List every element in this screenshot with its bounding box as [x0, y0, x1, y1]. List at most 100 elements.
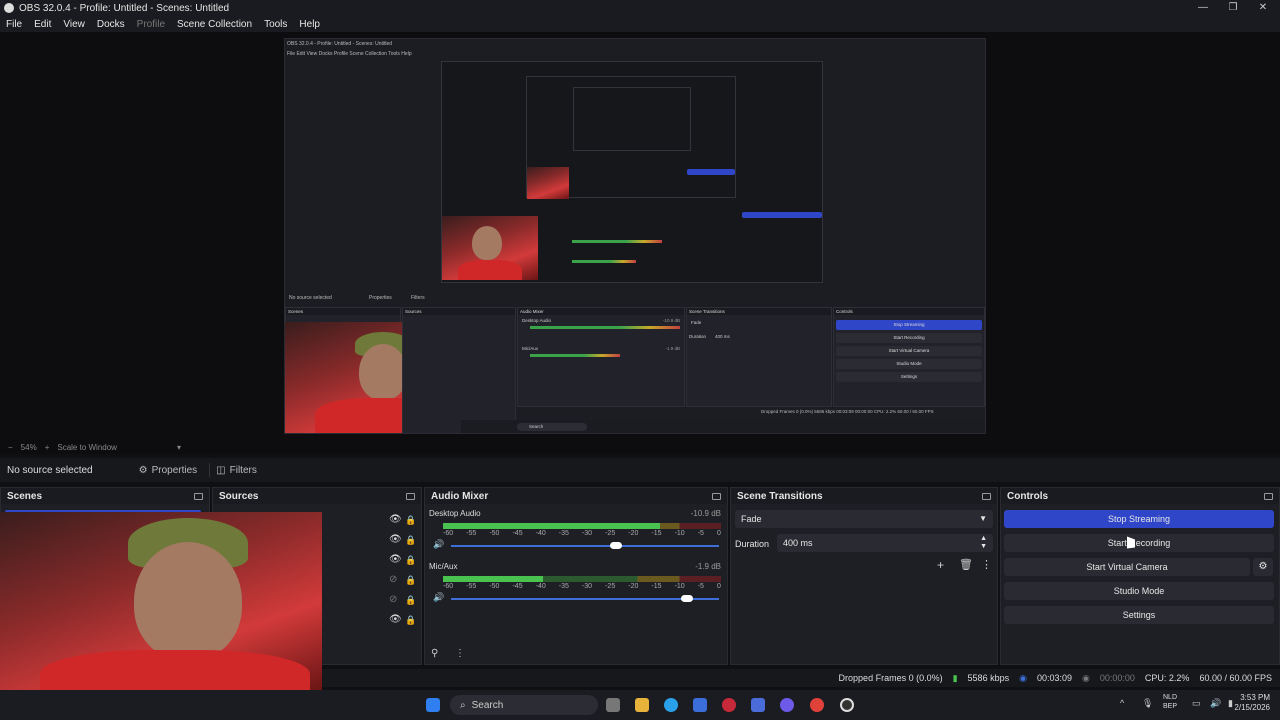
nested-ch1-meter [530, 326, 680, 329]
lock-icon[interactable]: 🔒 [405, 530, 416, 550]
nested-ch2-meter [530, 354, 620, 357]
discord-icon[interactable] [780, 698, 794, 712]
system-clock[interactable]: 3:53 PM 2/15/2026 [1234, 693, 1270, 713]
eye-hidden-icon[interactable]: ⊘ [389, 570, 402, 590]
meter-tick-label: -45 [512, 583, 523, 590]
transition-select[interactable]: Fade ▼ [735, 510, 993, 528]
studio-mode-button[interactable]: Studio Mode [1004, 582, 1274, 600]
lock-icon[interactable]: 🔒 [405, 590, 416, 610]
virtual-camera-settings-gear-icon[interactable]: ⚙ [1253, 558, 1273, 576]
start-recording-button[interactable]: Start Recording [1004, 534, 1274, 552]
meter-tick-label: -15 [651, 530, 662, 537]
obs-taskbar-icon[interactable] [840, 698, 854, 712]
chrome-icon[interactable] [810, 698, 824, 712]
audio-mixer-dock: Audio Mixer Desktop Audio -10.9 dB -60 -5… [424, 487, 728, 665]
dock-menu-icon[interactable] [712, 492, 721, 500]
dock-menu-icon[interactable] [1264, 492, 1273, 500]
volume-slider-knob[interactable] [609, 542, 622, 549]
source-lock-column: 🔒 🔒 🔒 🔒 🔒 🔒 [405, 510, 416, 630]
file-explorer-icon[interactable] [635, 698, 649, 712]
nested-meter-1 [572, 240, 662, 243]
zoom-out-button[interactable]: − [0, 443, 13, 452]
lock-icon[interactable]: 🔒 [405, 550, 416, 570]
menu-docks[interactable]: Docks [91, 19, 131, 30]
dock-menu-icon[interactable] [194, 492, 203, 500]
duration-input[interactable]: 400 ms ▲ ▼ [777, 534, 993, 552]
lock-icon[interactable]: 🔒 [405, 610, 416, 630]
tray-chevron-icon[interactable]: ^ [1120, 698, 1124, 708]
meter-tick-label: -40 [535, 583, 546, 590]
nested-preview [441, 61, 823, 283]
chevron-down-icon: ▼ [979, 514, 987, 523]
meter-tick-label: 0 [716, 583, 721, 590]
menu-view[interactable]: View [57, 19, 91, 30]
spinner-icon[interactable]: ▲ ▼ [980, 535, 987, 551]
nested-audio-dock: Audio Mixer Desktop Audio -10.9 dB Mic/A… [517, 307, 685, 407]
chevron-down-icon[interactable]: ▾ [117, 443, 181, 452]
search-placeholder: Search [471, 699, 504, 711]
lock-icon[interactable]: 🔒 [405, 510, 416, 530]
language-indicator[interactable]: NLD BEP [1163, 693, 1177, 711]
volume-icon[interactable]: 🔊 [1210, 698, 1221, 709]
sources-title: Sources [219, 490, 259, 502]
mic-icon[interactable]: 🎙 [1142, 698, 1153, 709]
advanced-audio-icon[interactable]: ⚲ [431, 648, 438, 659]
menu-edit[interactable]: Edit [28, 19, 57, 30]
more-options-icon[interactable]: ⋮ [455, 648, 465, 659]
preview-canvas[interactable]: OBS 32.0.4 - Profile: Untitled - Scenes:… [284, 38, 986, 434]
lock-icon[interactable]: 🔒 [405, 570, 416, 590]
stop-streaming-button[interactable]: Stop Streaming [1004, 510, 1274, 528]
scale-mode-dropdown[interactable]: Scale to Window [49, 443, 117, 452]
taskbar-search[interactable]: ⌕ Search [450, 695, 598, 715]
window-title: OBS 32.0.4 - Profile: Untitled - Scenes:… [19, 2, 230, 14]
volume-slider-knob[interactable] [681, 595, 694, 602]
eye-hidden-icon[interactable]: ⊘ [389, 590, 402, 610]
meter-tick-label: -10 [674, 530, 685, 537]
add-transition-icon[interactable]: + [937, 558, 944, 572]
trash-icon[interactable]: 🗑 [959, 558, 973, 571]
eye-icon[interactable]: 👁 [389, 610, 402, 630]
nested-ch2: Mic/Aux [522, 346, 539, 351]
start-virtual-camera-button[interactable]: Start Virtual Camera [1004, 558, 1250, 576]
duration-value: 400 ms [783, 538, 813, 548]
speaker-icon[interactable]: 🔊 [433, 592, 444, 603]
menu-file[interactable]: File [0, 19, 28, 30]
meter-tick-label: -55 [466, 583, 477, 590]
clock-time: 3:53 PM [1240, 693, 1270, 702]
edge-icon[interactable] [664, 698, 678, 712]
more-options-icon[interactable]: ⋮ [981, 558, 992, 571]
eye-icon[interactable]: 👁 [389, 510, 402, 530]
nested-filters: Filters [411, 295, 425, 301]
minimize-button[interactable]: — [1188, 0, 1218, 16]
opera-icon[interactable] [722, 698, 736, 712]
network-icon[interactable]: ▭ [1192, 698, 1201, 709]
eye-icon[interactable]: 👁 [389, 550, 402, 570]
menu-tools[interactable]: Tools [258, 19, 293, 30]
nested-start-virtual-camera: Start Virtual Camera [836, 346, 982, 356]
task-view-icon[interactable] [606, 698, 620, 712]
nested-webcam-small [527, 167, 569, 199]
battery-icon[interactable]: ▮ [1228, 698, 1233, 709]
meter-tick-label: -60 [443, 583, 454, 590]
close-button[interactable]: ✕ [1248, 0, 1278, 16]
filters-button[interactable]: ◫ Filters [210, 461, 263, 479]
menu-scene-collection[interactable]: Scene Collection [171, 19, 258, 30]
mixer-channel-desktop-audio: Desktop Audio -10.9 dB -60 -55 -50 -45 -40 -3… [429, 509, 721, 549]
nested-transitions-dock: Scene Transitions Fade Duration 400 ms [686, 307, 832, 407]
volume-slider[interactable] [451, 595, 719, 602]
properties-button[interactable]: ⚙ Properties [133, 461, 204, 479]
app-icon[interactable] [751, 698, 765, 712]
store-icon[interactable] [693, 698, 707, 712]
zoom-in-button[interactable]: + [37, 443, 50, 452]
settings-button[interactable]: Settings [1004, 606, 1274, 624]
dock-menu-icon[interactable] [982, 492, 991, 500]
menu-help[interactable]: Help [293, 19, 326, 30]
speaker-icon[interactable]: 🔊 [433, 539, 444, 550]
maximize-button[interactable]: ❐ [1218, 0, 1248, 16]
nested-transition: Fade [691, 320, 702, 325]
dock-menu-icon[interactable] [406, 492, 415, 500]
windows-start-icon[interactable] [426, 698, 440, 712]
eye-icon[interactable]: 👁 [389, 530, 402, 550]
menu-profile[interactable]: Profile [131, 19, 171, 30]
volume-slider[interactable] [451, 542, 719, 549]
